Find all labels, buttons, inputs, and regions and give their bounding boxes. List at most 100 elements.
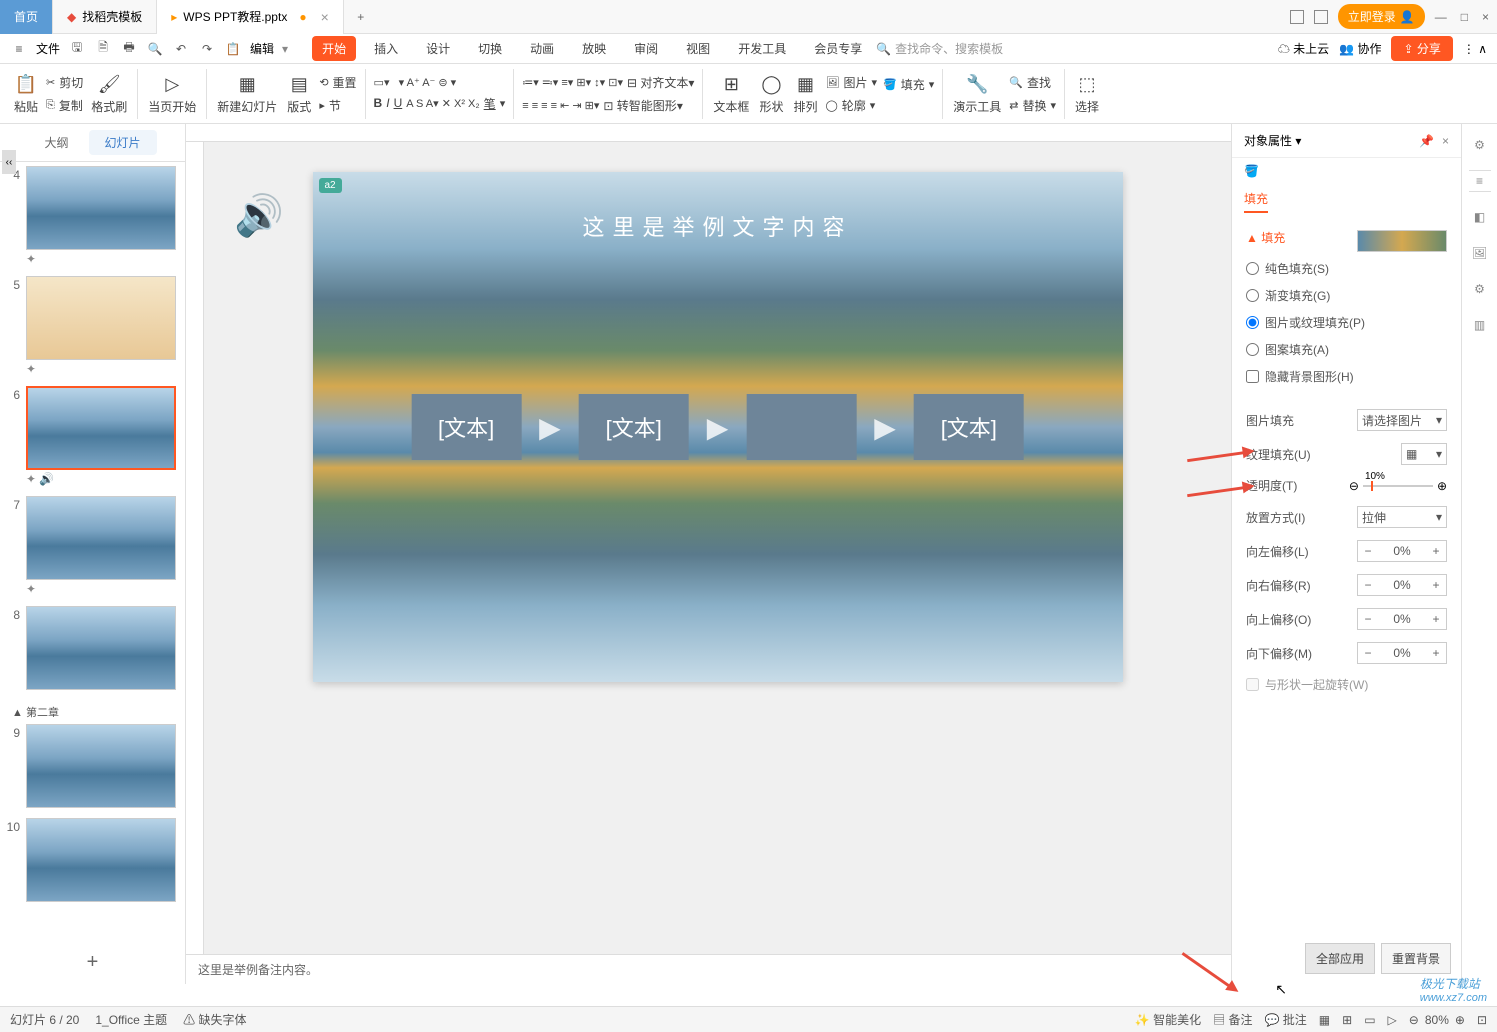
tab-home[interactable]: 首页: [0, 0, 53, 34]
edit-menu[interactable]: 编辑: [250, 40, 274, 57]
reset-button[interactable]: ⟲ 重置: [317, 72, 358, 93]
tab-document[interactable]: ▸WPS PPT教程.pptx●×: [157, 0, 344, 34]
side-tool-gear[interactable]: ⚙: [1469, 278, 1491, 300]
fill-button[interactable]: 🪣 填充▾: [881, 74, 936, 95]
pic-fill-dropdown[interactable]: 请选择图片▾: [1357, 409, 1447, 431]
checkbox-hide-bg[interactable]: 隐藏背景图形(H): [1246, 368, 1447, 385]
add-slide-button[interactable]: +: [0, 941, 185, 984]
slide-title-text[interactable]: 这里是举例文字内容: [313, 210, 1123, 242]
notes-area[interactable]: 这里是举例备注内容。: [186, 954, 1231, 984]
tab-insert[interactable]: 插入: [364, 36, 408, 61]
grid-icon-2[interactable]: [1314, 10, 1328, 24]
text-box-3[interactable]: [746, 394, 856, 460]
format-painter-button[interactable]: 🖌格式刷: [87, 70, 131, 117]
tab-templates[interactable]: ◆找稻壳模板: [53, 0, 157, 34]
new-slide-button[interactable]: ▦新建幻灯片: [213, 70, 281, 117]
slide-thumb[interactable]: 7✦: [4, 496, 181, 596]
pictures-button[interactable]: 🖼 图片▾: [823, 72, 879, 93]
radio-solid-fill[interactable]: 纯色填充(S): [1246, 260, 1447, 277]
layout-button[interactable]: ▤版式: [283, 70, 315, 117]
texture-dropdown[interactable]: ▦▾: [1401, 443, 1447, 465]
cloud-status[interactable]: ☁ 未上云: [1278, 40, 1329, 57]
side-tool-image[interactable]: 🖼: [1469, 242, 1491, 264]
tab-transition[interactable]: 切换: [468, 36, 512, 61]
replace-button[interactable]: ⇄ 替换▾: [1007, 95, 1058, 116]
tab-start[interactable]: 开始: [312, 36, 356, 61]
hamburger-icon[interactable]: ≡: [10, 40, 28, 58]
arrange-button[interactable]: ▦排列: [789, 70, 821, 117]
slide-thumb[interactable]: 5✦: [4, 276, 181, 376]
view-reading-icon[interactable]: ▭: [1364, 1013, 1375, 1027]
copy-button[interactable]: ⎘ 复制: [44, 95, 85, 116]
from-current-button[interactable]: ▷当页开始: [144, 70, 200, 117]
section-button[interactable]: ▸ 节: [317, 95, 358, 116]
notes-toggle[interactable]: ▤ 备注: [1213, 1011, 1252, 1028]
zoom-out-icon[interactable]: ⊖: [1409, 1013, 1419, 1027]
grid-icon-1[interactable]: [1290, 10, 1304, 24]
tools-button[interactable]: 🔧演示工具: [949, 70, 1005, 117]
paste-button[interactable]: 📋粘贴: [10, 70, 42, 117]
reset-bg-button[interactable]: 重置背景: [1381, 943, 1451, 974]
text-box-4[interactable]: [文本]: [914, 394, 1024, 460]
clipboard-icon[interactable]: 📋: [224, 40, 242, 58]
textbox-button[interactable]: ⊞文本框: [709, 70, 753, 117]
print-preview-icon[interactable]: 🔍: [146, 40, 164, 58]
select-button[interactable]: ⬚选择: [1071, 70, 1103, 117]
slide-main[interactable]: a2 这里是举例文字内容 [文本] ▶ [文本] ▶ ▶ [文本]: [313, 172, 1123, 682]
pin-icon[interactable]: 📌: [1419, 134, 1434, 148]
shapes-button[interactable]: ◯形状: [755, 70, 787, 117]
radio-pattern-fill[interactable]: 图案填充(A): [1246, 341, 1447, 358]
smart-beautify[interactable]: ✨ 智能美化: [1135, 1011, 1201, 1028]
plus-icon[interactable]: ⊕: [1437, 479, 1447, 493]
side-tool-list-icon[interactable]: ≡: [1469, 170, 1491, 192]
more-menu-icon[interactable]: ⋮ ∧: [1463, 42, 1487, 56]
offset-top-spinner[interactable]: −0%+: [1357, 608, 1447, 630]
close-panel-icon[interactable]: ×: [1442, 134, 1449, 148]
tab-slideshow[interactable]: 放映: [572, 36, 616, 61]
add-tab-button[interactable]: +: [344, 10, 378, 24]
file-menu[interactable]: 文件: [36, 40, 60, 57]
cut-button[interactable]: ✂ 剪切: [44, 72, 85, 93]
offset-left-spinner[interactable]: −0%+: [1357, 540, 1447, 562]
fill-preview[interactable]: [1357, 230, 1447, 252]
command-search[interactable]: 🔍 查找命令、搜索模板: [876, 40, 1003, 57]
fill-tab[interactable]: 填充: [1244, 190, 1268, 213]
section-header[interactable]: ▲ 第二章: [4, 700, 181, 724]
redo-icon[interactable]: ↷: [198, 40, 216, 58]
minimize-icon[interactable]: —: [1435, 10, 1447, 24]
slide-thumb[interactable]: 8: [4, 606, 181, 690]
offset-bottom-spinner[interactable]: −0%+: [1357, 642, 1447, 664]
close-icon[interactable]: ×: [1482, 10, 1489, 24]
radio-picture-fill[interactable]: 图片或纹理填充(P): [1246, 314, 1447, 331]
maximize-icon[interactable]: □: [1461, 10, 1468, 24]
save-as-icon[interactable]: 🗎: [94, 40, 112, 58]
find-button[interactable]: 🔍 查找: [1007, 72, 1058, 93]
slide-thumb[interactable]: 6✦ 🔊: [4, 386, 181, 486]
slides-tab[interactable]: 幻灯片: [89, 130, 157, 155]
outline-button[interactable]: ◯ 轮廓▾: [823, 95, 879, 116]
side-tool-layout[interactable]: ▥: [1469, 314, 1491, 336]
text-box-2[interactable]: [文本]: [579, 394, 689, 460]
slide-thumb[interactable]: 9: [4, 724, 181, 808]
view-slideshow-icon[interactable]: ▷: [1388, 1013, 1397, 1027]
audio-icon[interactable]: 🔊: [234, 192, 284, 239]
save-icon[interactable]: 🖫: [68, 40, 86, 58]
side-tool-settings[interactable]: ⚙: [1469, 134, 1491, 156]
tab-developer[interactable]: 开发工具: [728, 36, 796, 61]
opacity-slider[interactable]: ⊖ 10% ⊕: [1349, 479, 1447, 493]
close-tab-icon[interactable]: ×: [321, 9, 329, 25]
tab-design[interactable]: 设计: [416, 36, 460, 61]
outline-tab[interactable]: 大纲: [28, 130, 84, 155]
tab-animation[interactable]: 动画: [520, 36, 564, 61]
tab-review[interactable]: 审阅: [624, 36, 668, 61]
undo-icon[interactable]: ↶: [172, 40, 190, 58]
print-icon[interactable]: 🖶: [120, 40, 138, 58]
radio-gradient-fill[interactable]: 渐变填充(G): [1246, 287, 1447, 304]
collapse-panel-icon[interactable]: ‹‹: [2, 150, 16, 174]
slide-thumb[interactable]: 4✦: [4, 166, 181, 266]
apply-all-button[interactable]: 全部应用: [1305, 943, 1375, 974]
minus-icon[interactable]: ⊖: [1349, 479, 1359, 493]
view-normal-icon[interactable]: ▦: [1319, 1013, 1330, 1027]
tab-view[interactable]: 视图: [676, 36, 720, 61]
collab-button[interactable]: 👥 协作: [1339, 40, 1381, 57]
